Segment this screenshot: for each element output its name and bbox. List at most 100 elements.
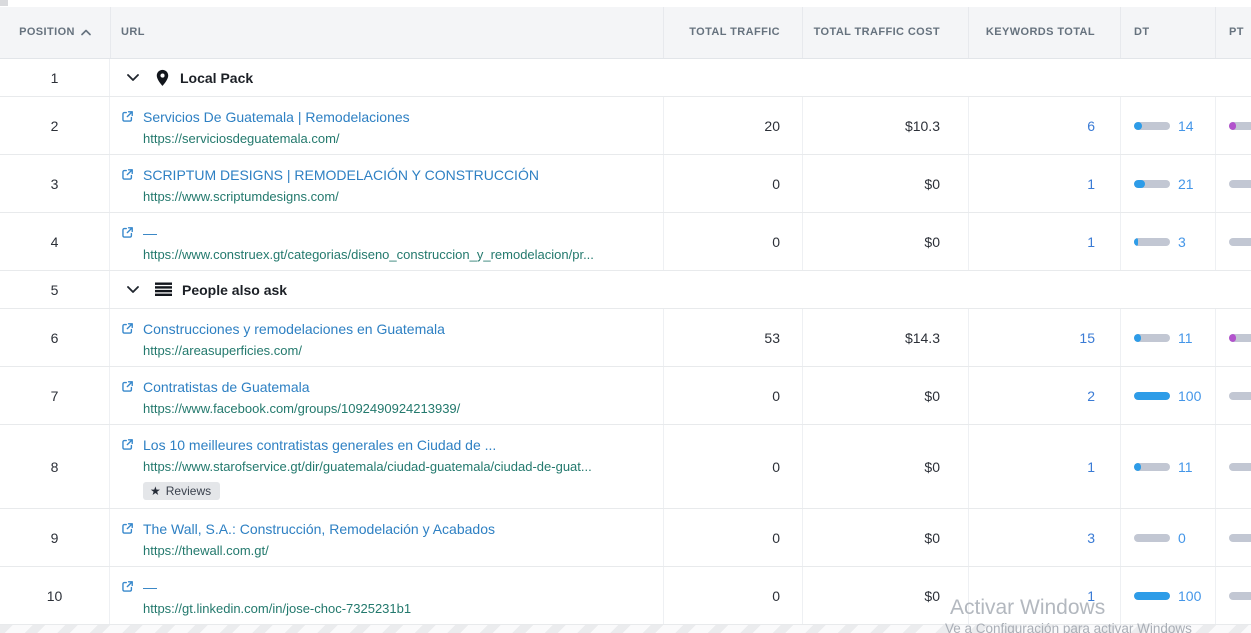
external-link-icon[interactable] — [121, 580, 134, 593]
total-traffic-value: 0 — [772, 176, 780, 192]
result-title-link[interactable]: Los 10 meilleures contratistas generales… — [143, 434, 592, 456]
total-traffic-cost-cell: $10.3 — [802, 97, 968, 154]
position-cell: 7 — [0, 367, 110, 424]
result-title-link[interactable]: — — [143, 222, 594, 244]
external-link-icon[interactable] — [121, 522, 134, 535]
total-traffic-value: 0 — [772, 388, 780, 404]
external-link-icon[interactable] — [121, 110, 134, 123]
pt-score-bar — [1229, 122, 1251, 130]
result-url-text: https://areasuperficies.com/ — [143, 340, 445, 362]
dt-score-value: 100 — [1178, 588, 1201, 604]
keywords-total-link[interactable]: 1 — [1087, 176, 1095, 192]
url-cell: The Wall, S.A.: Construcción, Remodelaci… — [110, 509, 663, 566]
result-url-text: https://www.facebook.com/groups/10924909… — [143, 398, 460, 420]
result-title-link[interactable]: — — [143, 576, 411, 598]
dt-score-bar-fill — [1134, 122, 1142, 130]
total-traffic-cell: 0 — [663, 155, 802, 212]
position-value: 7 — [51, 388, 59, 404]
url-block: SCRIPTUM DESIGNS | REMODELACIÓN Y CONSTR… — [143, 164, 539, 208]
position-value: 3 — [51, 176, 59, 192]
position-value: 10 — [47, 588, 63, 604]
dt-score-value: 3 — [1178, 234, 1186, 250]
url-block: The Wall, S.A.: Construcción, Remodelaci… — [143, 518, 495, 562]
result-title-link[interactable]: Construcciones y remodelaciones en Guate… — [143, 318, 445, 340]
url-block: Construcciones y remodelaciones en Guate… — [143, 318, 445, 362]
external-link-icon[interactable] — [121, 380, 134, 393]
position-cell: 6 — [0, 309, 110, 366]
result-row: 4 —https://www.construex.gt/categorias/di… — [0, 213, 1251, 271]
pt-score-bar-fill — [1229, 334, 1236, 342]
dt-score-bar — [1134, 180, 1170, 188]
column-header-pt[interactable]: PT — [1215, 7, 1251, 58]
star-icon: ★ — [150, 485, 161, 497]
url-cell: Construcciones y remodelaciones en Guate… — [110, 309, 663, 366]
url-cell: Los 10 meilleures contratistas generales… — [110, 425, 663, 508]
top-left-notch — [0, 0, 8, 6]
keywords-total-link[interactable]: 3 — [1087, 530, 1095, 546]
dt-score-bar-fill — [1134, 592, 1170, 600]
serp-results-page: POSITION URL TOTAL TRAFFIC TOTAL TRAFFIC… — [0, 0, 1251, 633]
total-traffic-cost-value: $0 — [924, 459, 940, 475]
result-title-link[interactable]: Servicios De Guatemala | Remodelaciones — [143, 106, 410, 128]
column-header-total-traffic[interactable]: TOTAL TRAFFIC — [663, 7, 802, 58]
sort-asc-icon — [81, 29, 91, 36]
result-title-link[interactable]: The Wall, S.A.: Construcción, Remodelaci… — [143, 518, 495, 540]
external-link-icon[interactable] — [121, 226, 134, 239]
dt-cell: 3 — [1120, 213, 1215, 270]
pt-score-bar-fill — [1229, 122, 1236, 130]
column-header-position[interactable]: POSITION — [0, 7, 110, 58]
position-value: 8 — [51, 459, 59, 475]
external-link-icon[interactable] — [121, 168, 134, 181]
url-block: —https://www.construex.gt/categorias/dis… — [143, 222, 594, 266]
external-link-icon[interactable] — [121, 438, 134, 451]
position-value: 1 — [51, 70, 59, 86]
serp-feature-group-cell[interactable]: People also ask — [110, 271, 1251, 308]
result-row: 6 Construcciones y remodelaciones en Guat… — [0, 309, 1251, 367]
pt-score-bar — [1229, 592, 1251, 600]
total-traffic-cell: 0 — [663, 567, 802, 624]
pt-score-bar — [1229, 334, 1251, 342]
result-title-link[interactable]: Contratistas de Guatemala — [143, 376, 460, 398]
position-cell: 9 — [0, 509, 110, 566]
external-link-icon[interactable] — [121, 322, 134, 335]
total-traffic-cell: 0 — [663, 213, 802, 270]
position-cell: 2 — [0, 97, 110, 154]
serp-feature-label: People also ask — [182, 282, 287, 298]
url-cell: —https://www.construex.gt/categorias/dis… — [110, 213, 663, 270]
keywords-total-cell: 15 — [968, 309, 1120, 366]
total-traffic-value: 0 — [772, 588, 780, 604]
dt-score-bar — [1134, 463, 1170, 471]
dt-cell: 11 — [1120, 425, 1215, 508]
result-url-text: https://serviciosdeguatemala.com/ — [143, 128, 410, 150]
result-row: 2Servicios De Guatemala | Remodelaciones… — [0, 97, 1251, 155]
serp-feature-group-cell[interactable]: Local Pack — [110, 59, 1251, 96]
windows-activation-watermark-subtext: Ve a Configuración para activar Windows — [945, 621, 1192, 633]
total-traffic-value: 20 — [764, 118, 780, 134]
url-cell: Servicios De Guatemala | Remodelacionesh… — [110, 97, 663, 154]
keywords-total-link[interactable]: 2 — [1087, 388, 1095, 404]
dt-cell: 100 — [1120, 367, 1215, 424]
total-traffic-value: 0 — [772, 530, 780, 546]
position-cell: 1 — [0, 59, 110, 96]
column-header-url[interactable]: URL — [110, 7, 663, 58]
keywords-total-link[interactable]: 1 — [1087, 234, 1095, 250]
column-header-keywords-total[interactable]: KEYWORDS TOTAL — [968, 7, 1120, 58]
keywords-total-link[interactable]: 1 — [1087, 459, 1095, 475]
result-title-link[interactable]: SCRIPTUM DESIGNS | REMODELACIÓN Y CONSTR… — [143, 164, 539, 186]
dt-score-bar-fill — [1134, 238, 1138, 246]
total-traffic-cost-value: $0 — [924, 176, 940, 192]
chevron-down-icon[interactable] — [126, 73, 140, 82]
column-header-dt[interactable]: DT — [1120, 7, 1215, 58]
dt-score-bar-fill — [1134, 392, 1170, 400]
position-value: 4 — [51, 234, 59, 250]
chevron-down-icon[interactable] — [126, 285, 140, 294]
position-value: 9 — [51, 530, 59, 546]
keywords-total-link[interactable]: 15 — [1079, 330, 1095, 346]
url-cell: —https://gt.linkedin.com/in/jose-choc-73… — [110, 567, 663, 624]
position-cell: 5 — [0, 271, 110, 308]
total-traffic-cost-cell: $0 — [802, 567, 968, 624]
position-cell: 4 — [0, 213, 110, 270]
keywords-total-link[interactable]: 6 — [1087, 118, 1095, 134]
column-header-total-traffic-cost[interactable]: TOTAL TRAFFIC COST — [802, 7, 968, 58]
pt-score-bar — [1229, 463, 1251, 471]
